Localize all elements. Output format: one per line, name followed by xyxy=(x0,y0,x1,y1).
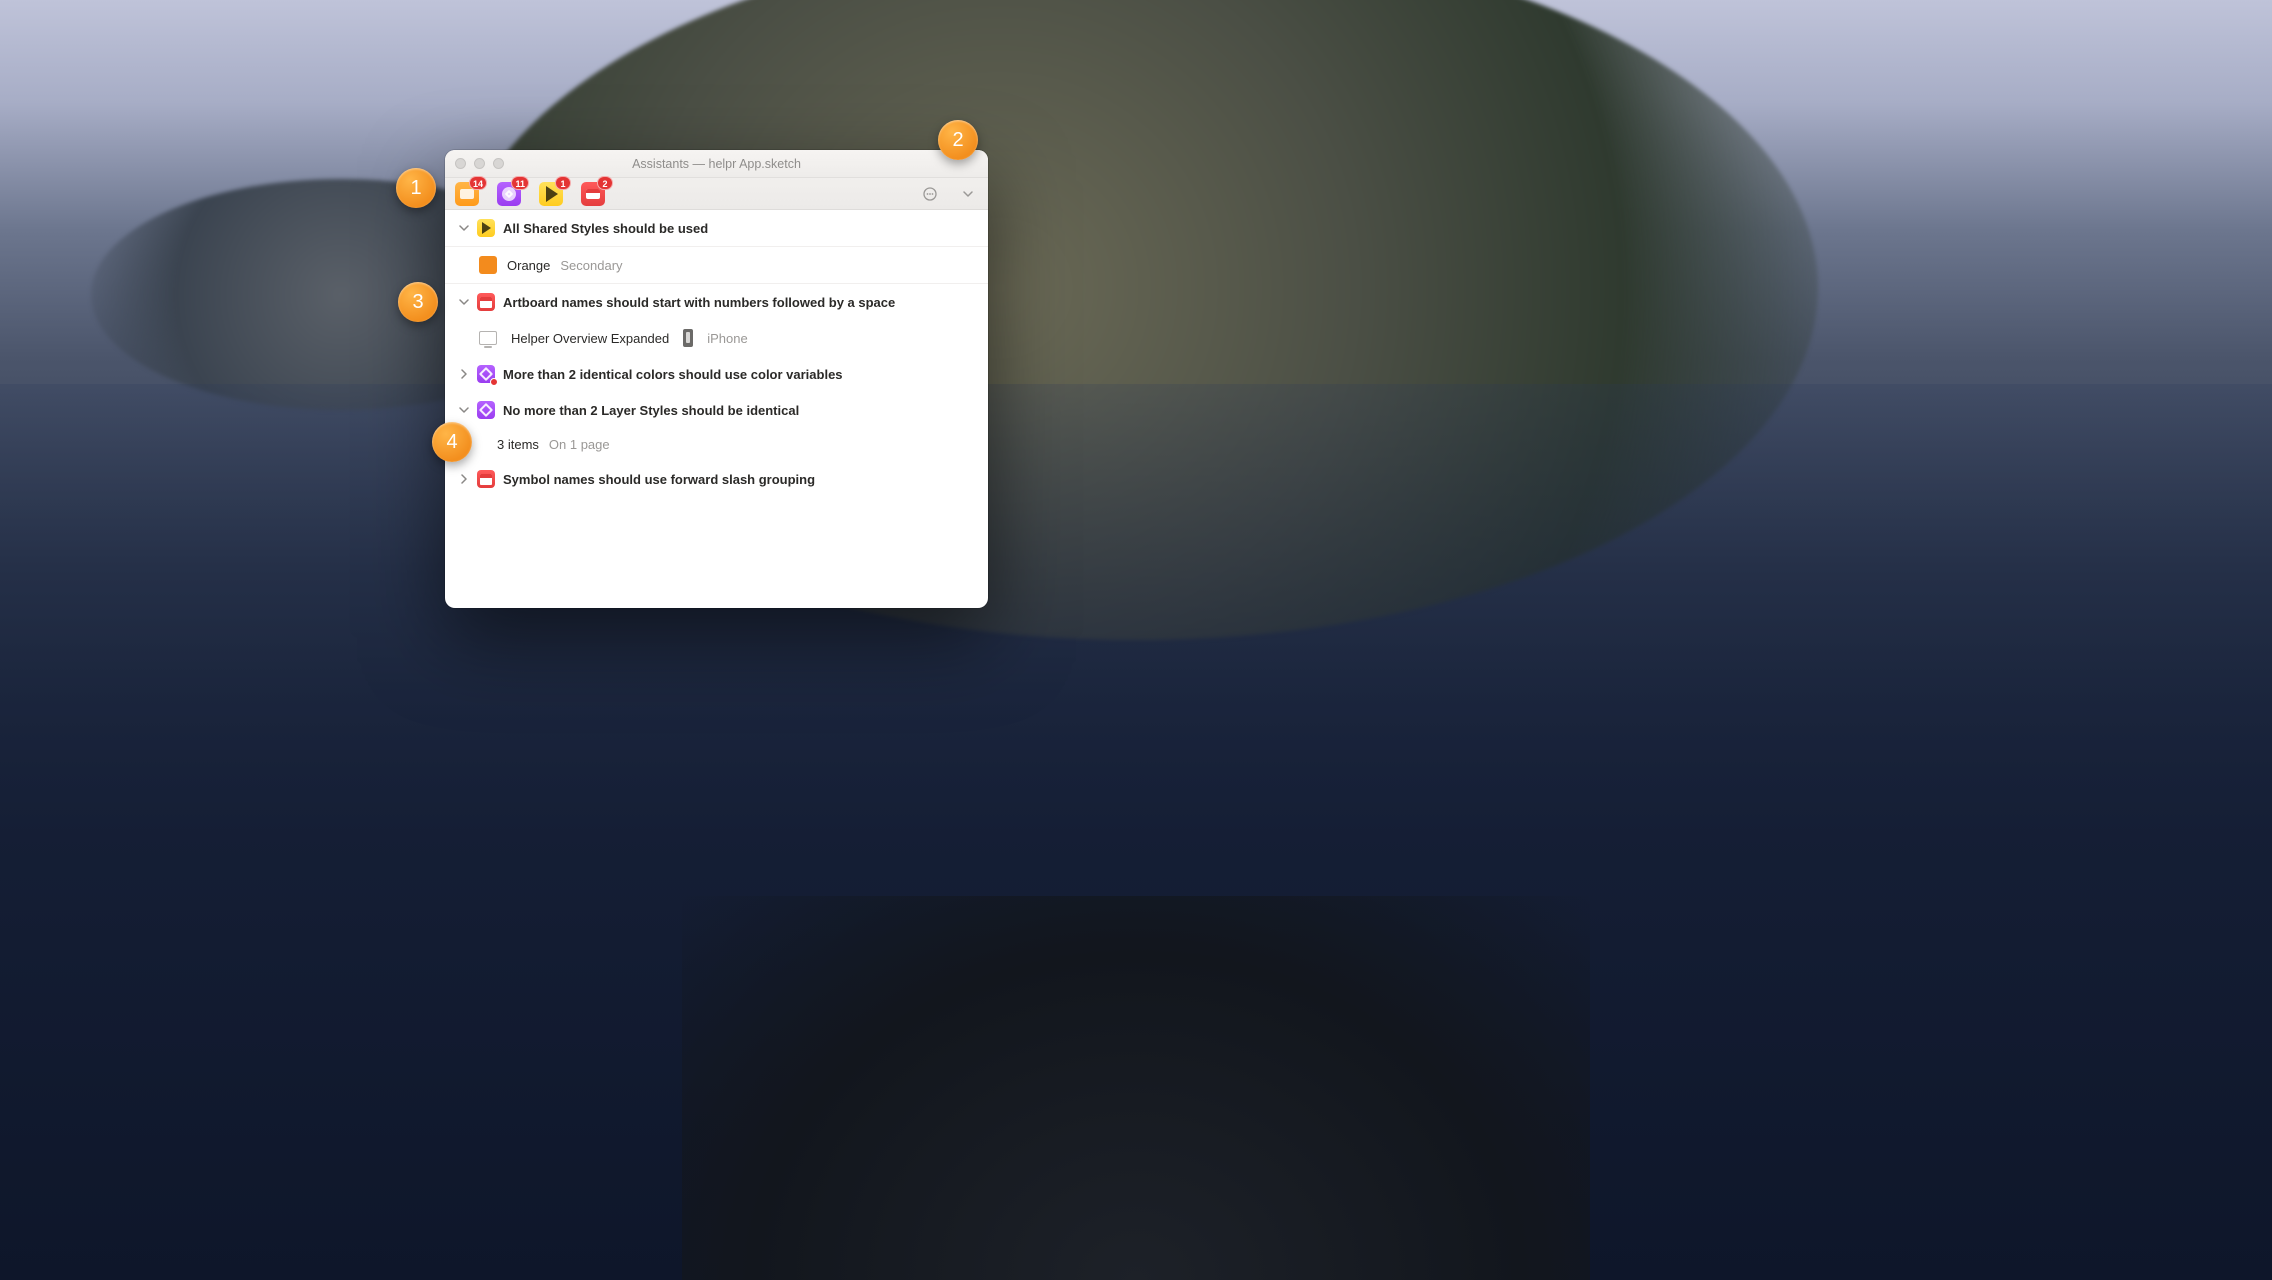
badge: 14 xyxy=(469,176,487,190)
badge: 2 xyxy=(597,176,613,190)
chevron-down-icon[interactable] xyxy=(958,184,978,204)
assistant-tab-1[interactable]: 11 xyxy=(497,182,521,206)
result-row-orange-style[interactable]: Orange Secondary xyxy=(445,247,988,284)
results-list: All Shared Styles should be used Orange … xyxy=(445,210,988,608)
badge: 11 xyxy=(511,176,529,190)
annotation-marker-1: 1 xyxy=(396,168,436,208)
rule-title: Artboard names should start with numbers… xyxy=(503,295,895,310)
chevron-down-icon xyxy=(459,223,469,233)
result-label: iPhone xyxy=(707,331,747,346)
alert-dot-icon xyxy=(490,378,498,386)
assistant-tab-3[interactable]: 2 xyxy=(581,182,605,206)
rule-icon-yellow xyxy=(477,219,495,237)
rule-header-artboard-names[interactable]: Artboard names should start with numbers… xyxy=(445,284,988,320)
assistant-icon-orange xyxy=(460,189,474,199)
window-title: Assistants — helpr App.sketch xyxy=(445,157,988,171)
annotation-marker-2: 2 xyxy=(938,120,978,160)
rule-title: More than 2 identical colors should use … xyxy=(503,367,843,382)
result-sublabel: Secondary xyxy=(560,258,622,273)
rule-title: No more than 2 Layer Styles should be id… xyxy=(503,403,799,418)
result-sublabel: On 1 page xyxy=(549,437,610,452)
toolbar: 14 11 1 2 xyxy=(445,178,988,210)
rule-header-layer-styles[interactable]: No more than 2 Layer Styles should be id… xyxy=(445,392,988,428)
rule-icon-red xyxy=(477,470,495,488)
zoom-button[interactable] xyxy=(493,158,504,169)
rule-icon-red xyxy=(477,293,495,311)
wallpaper-rock xyxy=(682,896,1591,1280)
phone-icon xyxy=(683,329,693,347)
traffic-lights xyxy=(445,158,504,169)
result-label: 3 items xyxy=(497,437,539,452)
assistant-tab-0[interactable]: 14 xyxy=(455,182,479,206)
artboard-icon xyxy=(479,331,497,345)
rule-header-symbol-names[interactable]: Symbol names should use forward slash gr… xyxy=(445,461,988,497)
rule-header-color-variables[interactable]: More than 2 identical colors should use … xyxy=(445,356,988,392)
badge: 1 xyxy=(555,176,571,190)
color-swatch xyxy=(479,256,497,274)
result-row-artboards[interactable]: Helper Overview Expanded iPhone xyxy=(445,320,988,356)
assistant-tab-2[interactable]: 1 xyxy=(539,182,563,206)
titlebar[interactable]: Assistants — helpr App.sketch xyxy=(445,150,988,178)
chevron-down-icon xyxy=(459,405,469,415)
minimize-button[interactable] xyxy=(474,158,485,169)
assistant-icon-red xyxy=(586,189,600,199)
rule-title: All Shared Styles should be used xyxy=(503,221,708,236)
rule-icon-purple xyxy=(477,401,495,419)
rule-title: Symbol names should use forward slash gr… xyxy=(503,472,815,487)
rule-icon-purple xyxy=(477,365,495,383)
more-icon[interactable] xyxy=(920,184,940,204)
result-label: Orange xyxy=(507,258,550,273)
assistants-window: Assistants — helpr App.sketch 14 11 1 2 xyxy=(445,150,988,608)
result-label: Helper Overview Expanded xyxy=(511,331,669,346)
chevron-right-icon xyxy=(459,474,469,484)
result-row-count[interactable]: 3 items On 1 page xyxy=(445,428,988,461)
chevron-down-icon xyxy=(459,297,469,307)
rule-header-shared-styles[interactable]: All Shared Styles should be used xyxy=(445,210,988,247)
close-button[interactable] xyxy=(455,158,466,169)
annotation-marker-4: 4 xyxy=(432,422,472,462)
annotation-marker-3: 3 xyxy=(398,282,438,322)
chevron-right-icon xyxy=(459,369,469,379)
